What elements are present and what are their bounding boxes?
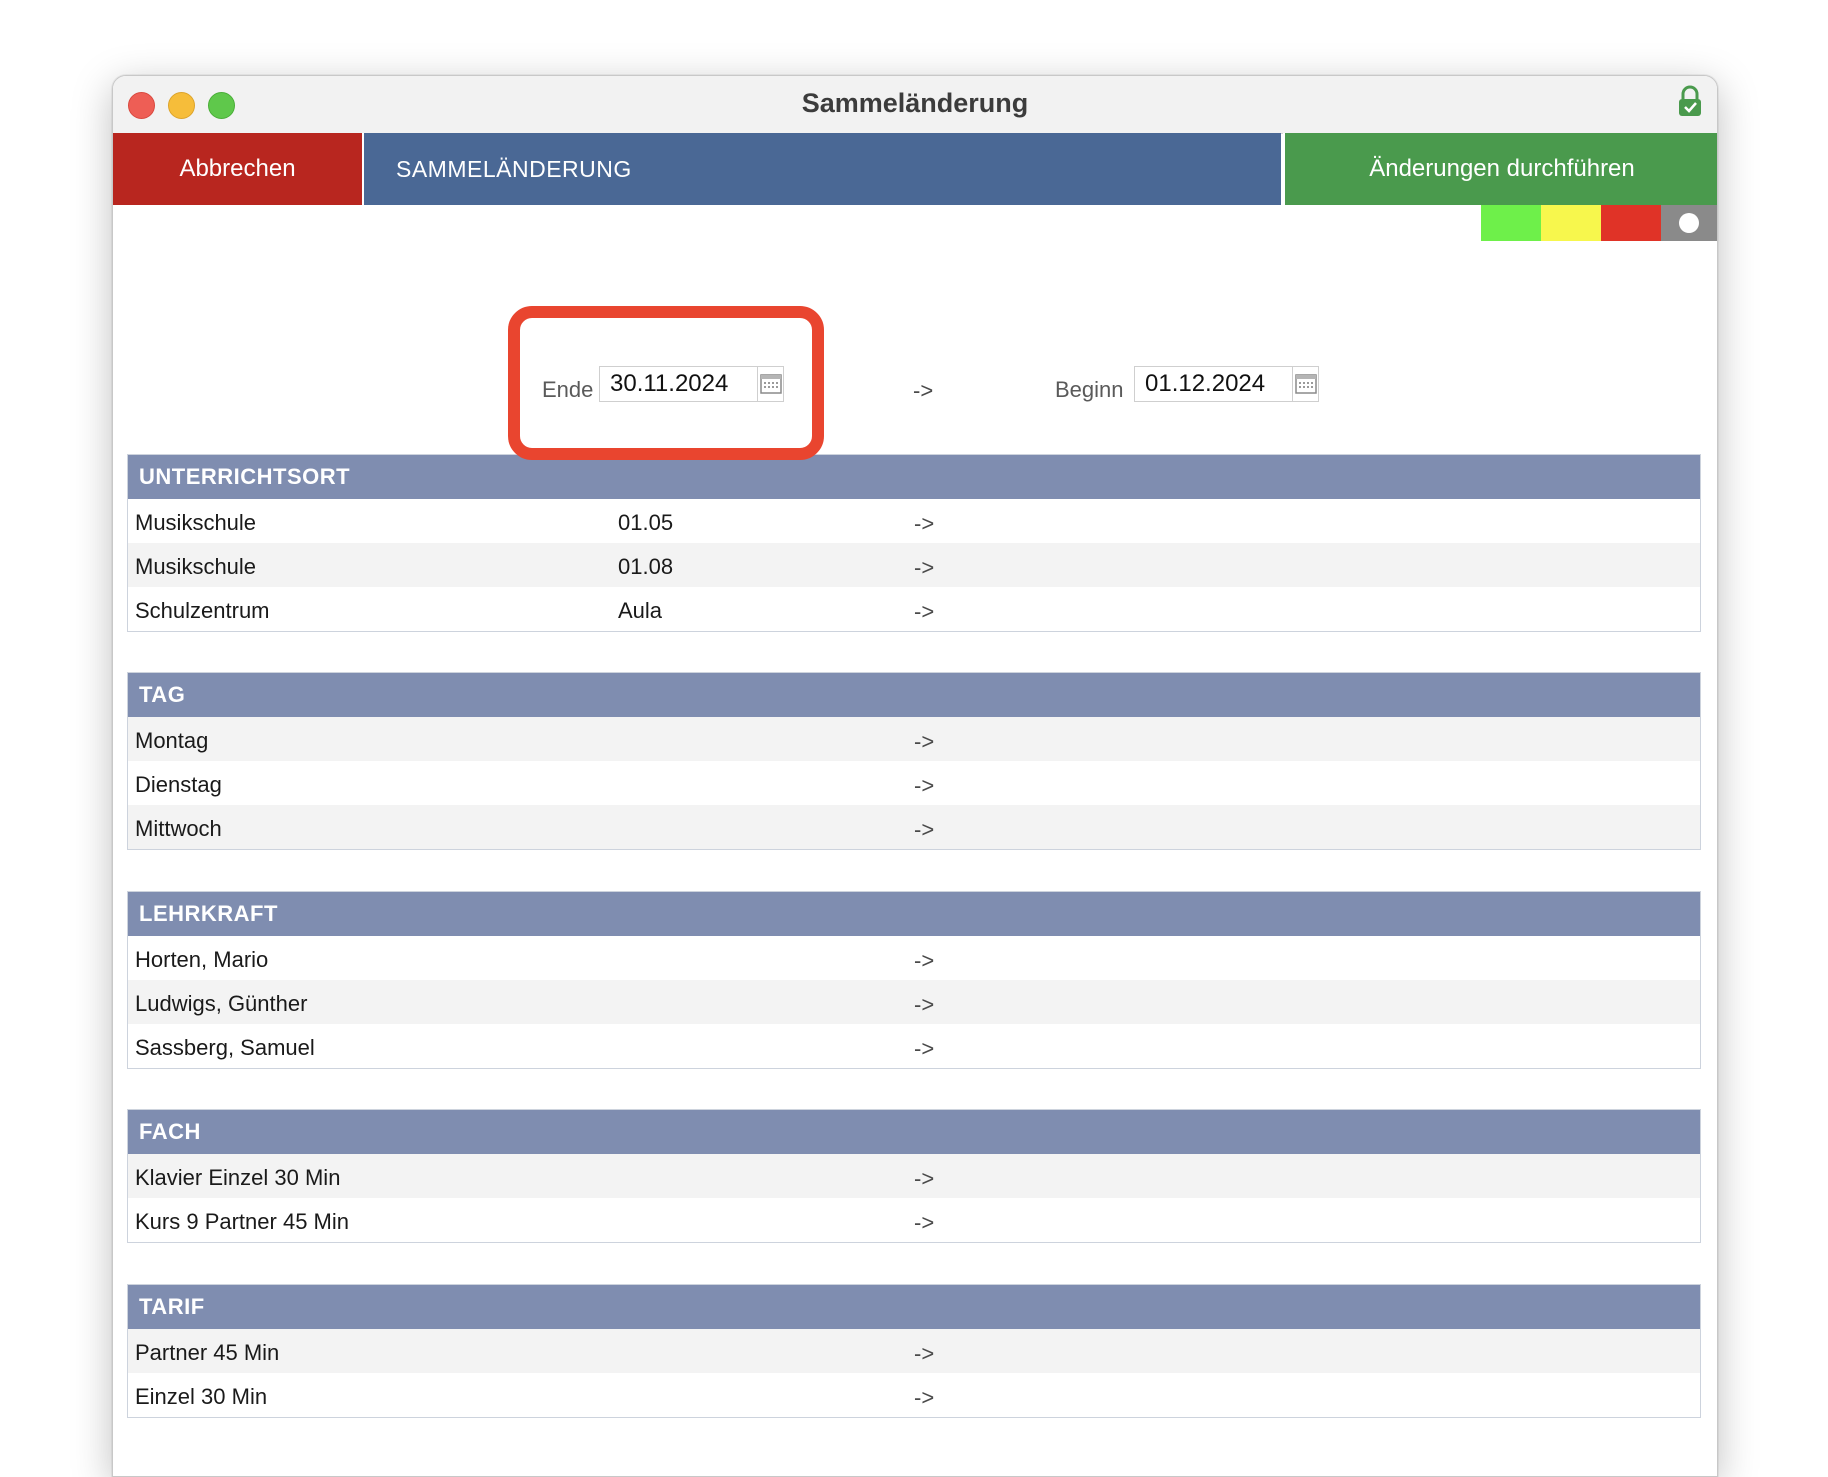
section-header: TAG bbox=[128, 673, 1700, 717]
table-row[interactable]: Mittwoch -> bbox=[128, 805, 1700, 849]
row-arrow: -> bbox=[914, 1385, 935, 1410]
row-arrow: -> bbox=[914, 1210, 935, 1235]
action-toolbar: Abbrechen SAMMELÄNDERUNG Änderungen durc… bbox=[113, 133, 1717, 205]
title-bar: Sammeländerung bbox=[113, 76, 1717, 134]
row-name: Ludwigs, Günther bbox=[135, 991, 308, 1016]
row-arrow: -> bbox=[914, 1036, 935, 1061]
table-row[interactable]: Musikschule 01.08 -> bbox=[128, 543, 1700, 587]
table-row[interactable]: Kurs 9 Partner 45 Min -> bbox=[128, 1198, 1700, 1242]
row-arrow: -> bbox=[914, 948, 935, 973]
calendar-icon[interactable] bbox=[1292, 367, 1318, 401]
row-arrow: -> bbox=[914, 992, 935, 1017]
section-header: UNTERRICHTSORT bbox=[128, 455, 1700, 499]
row-name: Mittwoch bbox=[135, 816, 222, 841]
row-name: Kurs 9 Partner 45 Min bbox=[135, 1209, 349, 1234]
table-row[interactable]: Dienstag -> bbox=[128, 761, 1700, 805]
row-room: 01.05 bbox=[618, 510, 674, 535]
row-arrow: -> bbox=[914, 817, 935, 842]
toolbar-title: SAMMELÄNDERUNG bbox=[364, 133, 1281, 205]
begin-date-field bbox=[1134, 366, 1319, 402]
table-row[interactable]: Einzel 30 Min -> bbox=[128, 1373, 1700, 1417]
row-room: 01.08 bbox=[618, 554, 674, 579]
apply-changes-button[interactable]: Änderungen durchführen bbox=[1283, 133, 1717, 205]
row-room: Aula bbox=[618, 598, 663, 623]
table-row[interactable]: Musikschule 01.05 -> bbox=[128, 499, 1700, 543]
section-header: FACH bbox=[128, 1110, 1700, 1154]
section-fach: FACH Klavier Einzel 30 Min -> Kurs 9 Par… bbox=[127, 1109, 1701, 1243]
cancel-button[interactable]: Abbrechen bbox=[113, 133, 364, 205]
row-arrow: -> bbox=[914, 729, 935, 754]
row-name: Partner 45 Min bbox=[135, 1340, 280, 1365]
row-arrow: -> bbox=[914, 555, 935, 580]
table-row[interactable]: Horten, Mario -> bbox=[128, 936, 1700, 980]
end-date-input[interactable] bbox=[600, 369, 757, 399]
section-header: TARIF bbox=[128, 1285, 1700, 1329]
table-row[interactable]: Sassberg, Samuel -> bbox=[128, 1024, 1700, 1068]
lock-icon bbox=[1679, 85, 1701, 116]
row-arrow: -> bbox=[914, 599, 935, 624]
begin-date-input[interactable] bbox=[1135, 369, 1292, 399]
section-unterrichtsort: UNTERRICHTSORT Musikschule 01.05 -> Musi… bbox=[127, 454, 1701, 632]
window-title: Sammeländerung bbox=[801, 88, 1029, 118]
row-name: Musikschule bbox=[135, 510, 257, 535]
row-name: Dienstag bbox=[135, 772, 222, 797]
row-name: Schulzentrum bbox=[135, 598, 270, 623]
section-lehrkraft: LEHRKRAFT Horten, Mario -> Ludwigs, Günt… bbox=[127, 891, 1701, 1069]
row-name: Musikschule bbox=[135, 554, 257, 579]
row-name: Sassberg, Samuel bbox=[135, 1035, 315, 1060]
row-arrow: -> bbox=[914, 773, 935, 798]
swatch-green[interactable] bbox=[1481, 205, 1541, 241]
row-name: Horten, Mario bbox=[135, 947, 269, 972]
end-date-field bbox=[599, 366, 784, 402]
row-arrow: -> bbox=[914, 1166, 935, 1191]
row-arrow: -> bbox=[914, 511, 935, 536]
swatch-red[interactable] bbox=[1601, 205, 1661, 241]
row-name: Montag bbox=[135, 728, 209, 753]
table-row[interactable]: Ludwigs, Günther -> bbox=[128, 980, 1700, 1024]
end-date-label: Ende bbox=[542, 377, 594, 402]
table-row[interactable]: Schulzentrum Aula -> bbox=[128, 587, 1700, 631]
table-row[interactable]: Partner 45 Min -> bbox=[128, 1329, 1700, 1373]
section-header: LEHRKRAFT bbox=[128, 892, 1700, 936]
color-swatches bbox=[1481, 205, 1717, 241]
calendar-icon[interactable] bbox=[757, 367, 783, 401]
date-range: Ende -> Beginn bbox=[113, 366, 1717, 426]
table-row[interactable]: Klavier Einzel 30 Min -> bbox=[128, 1154, 1700, 1198]
swatch-gray[interactable] bbox=[1661, 205, 1717, 241]
section-tarif: TARIF Partner 45 Min -> Einzel 30 Min -> bbox=[127, 1284, 1701, 1418]
row-arrow: -> bbox=[914, 1341, 935, 1366]
swatch-yellow[interactable] bbox=[1541, 205, 1601, 241]
row-name: Klavier Einzel 30 Min bbox=[135, 1165, 341, 1190]
table-row[interactable]: Montag -> bbox=[128, 717, 1700, 761]
app-window: Sammeländerung Abbrechen SAMMELÄNDERUNG … bbox=[112, 75, 1718, 1477]
row-name: Einzel 30 Min bbox=[135, 1384, 268, 1409]
circle-icon bbox=[1679, 213, 1699, 233]
begin-date-label: Beginn bbox=[1055, 377, 1124, 402]
date-arrow: -> bbox=[913, 378, 934, 403]
section-tag: TAG Montag -> Dienstag -> Mittwoch -> bbox=[127, 672, 1701, 850]
